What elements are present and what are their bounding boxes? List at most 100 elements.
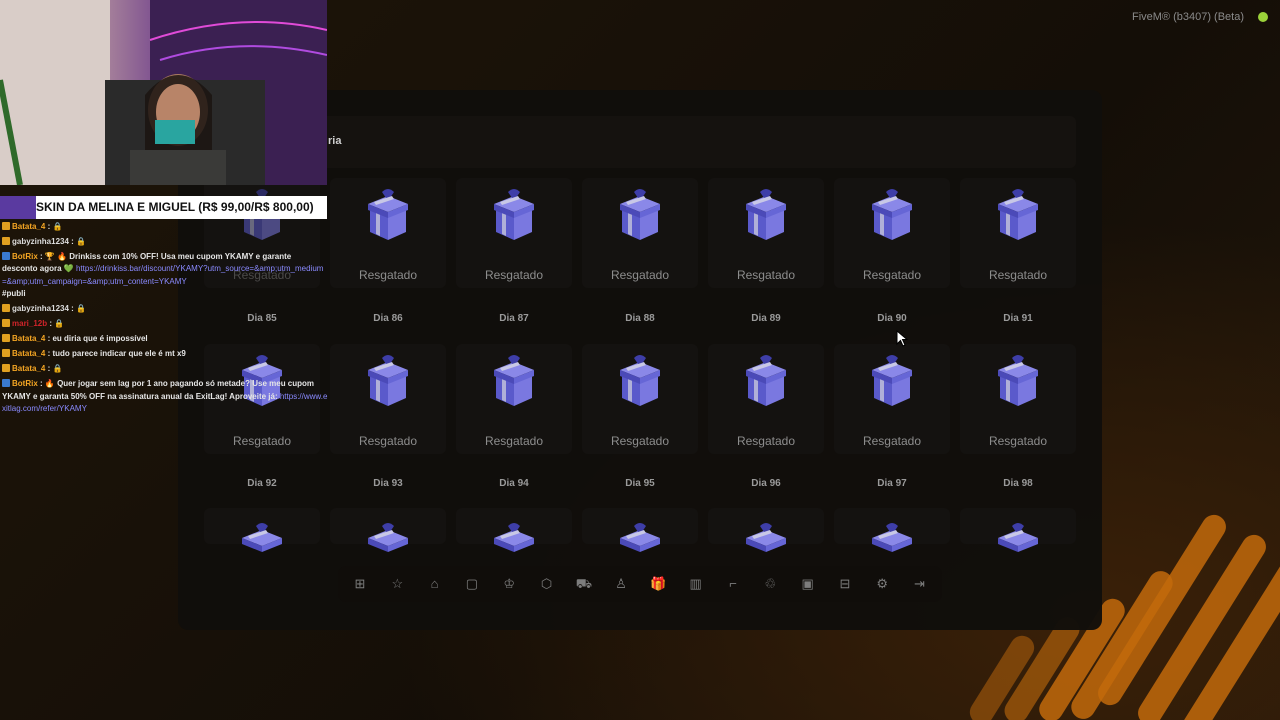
day-label: Dia 95 <box>625 478 655 489</box>
day-label: Dia 86 <box>373 313 403 324</box>
mouse-cursor-icon <box>896 330 909 347</box>
day-label: Dia 93 <box>373 478 403 489</box>
gift-box-icon <box>234 520 290 576</box>
chat-text: : 🔒 <box>45 364 63 374</box>
cart-icon[interactable]: ⛟ <box>576 576 592 592</box>
chat-message: Batata_4 : eu diria que é impossível <box>2 333 328 345</box>
webcam-overlay <box>0 0 327 185</box>
day-label: Dia 92 <box>247 478 277 489</box>
gun-icon[interactable]: ⌐ <box>725 576 741 592</box>
chat-username[interactable]: gabyzinha1234 <box>12 237 69 246</box>
home-icon[interactable]: ⌂ <box>427 576 443 592</box>
chat-badge-icon <box>2 349 10 358</box>
panel-title: ria <box>328 135 342 147</box>
day-label: Dia 91 <box>1003 313 1033 324</box>
status-icon <box>1258 12 1268 22</box>
chat-username[interactable]: Batata_4 <box>12 334 45 343</box>
chat-badge-icon <box>2 379 10 388</box>
recycle-icon[interactable]: ♲ <box>762 576 778 592</box>
gift-box-icon <box>990 186 1046 242</box>
chat-badge-icon <box>2 252 10 261</box>
gift-box-icon <box>990 352 1046 408</box>
clipboard-icon[interactable]: ▢ <box>464 576 480 592</box>
settings-icon[interactable]: ⚙ <box>874 576 890 592</box>
chat-username[interactable]: BotRix <box>12 379 38 388</box>
chat-message: BotRix : 🔥 Quer jogar sem lag por 1 ano … <box>2 378 328 415</box>
day-label: Dia 94 <box>499 478 529 489</box>
barcode-icon[interactable]: ▥ <box>688 576 704 592</box>
reward-status: Resgatado <box>988 434 1048 448</box>
chat-text: : 🔥 Quer jogar sem lag por 1 ano pagando… <box>2 379 315 401</box>
chat-message: Batata_4 : 🔒 <box>2 221 328 233</box>
gift-box-icon <box>360 186 416 242</box>
chat-message: gabyzinha1234 : 🔒 <box>2 236 328 248</box>
chat-message: Batata_4 : tudo parece indicar que ele é… <box>2 348 328 360</box>
cube-icon[interactable]: ⬡ <box>539 576 555 592</box>
star-icon[interactable]: ☆ <box>389 576 405 592</box>
window-title: FiveM® (b3407) (Beta) <box>1131 11 1244 23</box>
chat-username[interactable]: BotRix <box>12 252 38 261</box>
chat-badge-icon <box>2 364 10 373</box>
chat-text: : 🔒 <box>68 303 86 313</box>
day-label: Dia 98 <box>1003 478 1033 489</box>
gift-box-icon <box>612 352 668 408</box>
gift-box-icon <box>486 186 542 242</box>
reward-status: Resgatado <box>736 268 796 282</box>
map-icon[interactable]: ⊟ <box>837 576 853 592</box>
day-label: Dia 97 <box>877 478 907 489</box>
chat-username[interactable]: Batata_4 <box>12 364 45 373</box>
reward-status: Resgatado <box>610 434 670 448</box>
gift-box-icon <box>486 352 542 408</box>
reward-status: Resgatado <box>988 268 1048 282</box>
logout-icon[interactable]: ⇥ <box>912 576 928 592</box>
gift-box-icon <box>360 352 416 408</box>
chat-text: : 🔒 <box>45 222 63 231</box>
chat-username[interactable]: Batata_4 <box>12 349 45 358</box>
gift-box-icon <box>864 352 920 408</box>
reward-status: Resgatado <box>610 268 670 282</box>
chat-text: : eu diria que é impossível <box>45 334 148 344</box>
stream-chat: Batata_4 : 🔒 gabyzinha1234 : 🔒 BotRix : … <box>2 221 328 418</box>
reward-status: Resgatado <box>862 268 922 282</box>
day-label: Dia 88 <box>625 313 655 324</box>
gift-box-icon <box>990 520 1046 576</box>
banner-accent <box>0 196 36 219</box>
chat-text: : 🔒 <box>68 237 86 247</box>
chat-username[interactable]: gabyzinha1234 <box>12 304 69 313</box>
reward-status: Resgatado <box>862 434 922 448</box>
webcam-image <box>0 0 327 185</box>
chat-text: : tudo parece indicar que ele é mt x9 <box>45 349 186 359</box>
reward-status: Resgatado <box>358 434 418 448</box>
podium-icon[interactable]: ♙ <box>613 576 629 592</box>
day-label: Dia 87 <box>499 313 529 324</box>
gift-box-icon <box>738 186 794 242</box>
chat-message: BotRix : 🏆 🔥 Drinkiss com 10% OFF! Usa m… <box>2 251 328 300</box>
reward-status: Resgatado <box>484 268 544 282</box>
gift-icon[interactable]: 🎁 <box>650 576 666 592</box>
chat-message: Batata_4 : 🔒 <box>2 363 328 375</box>
chat-badge-icon <box>2 303 10 312</box>
chat-text: : 🔒 <box>47 318 65 328</box>
gift-box-icon <box>738 352 794 408</box>
chat-username[interactable]: mari_12b <box>12 319 47 328</box>
grid-icon[interactable]: ⊞ <box>352 576 368 592</box>
day-label: Dia 96 <box>751 478 781 489</box>
chat-username[interactable]: Batata_4 <box>12 222 45 231</box>
gift-box-icon <box>864 186 920 242</box>
chat-badge-icon <box>2 237 10 246</box>
chat-message: gabyzinha1234 : 🔒 <box>2 303 328 315</box>
reward-status: Resgatado <box>358 268 418 282</box>
calendar-icon[interactable]: ▣ <box>800 576 816 592</box>
day-label: Dia 89 <box>751 313 781 324</box>
reward-status: Resgatado <box>484 434 544 448</box>
chat-tag: #publi <box>2 288 26 298</box>
chat-badge-icon <box>2 222 10 230</box>
reward-status: Resgatado <box>736 434 796 448</box>
chat-message: mari_12b : 🔒 <box>2 318 328 330</box>
reward-status: Resgatado <box>232 434 292 448</box>
crown-icon[interactable]: ♔ <box>501 576 517 592</box>
gift-box-icon <box>612 186 668 242</box>
chat-badge-icon <box>2 334 10 343</box>
chat-badge-icon <box>2 318 10 327</box>
banner-text: SKIN DA MELINA E MIGUEL (R$ 99,00/R$ 800… <box>36 200 314 214</box>
